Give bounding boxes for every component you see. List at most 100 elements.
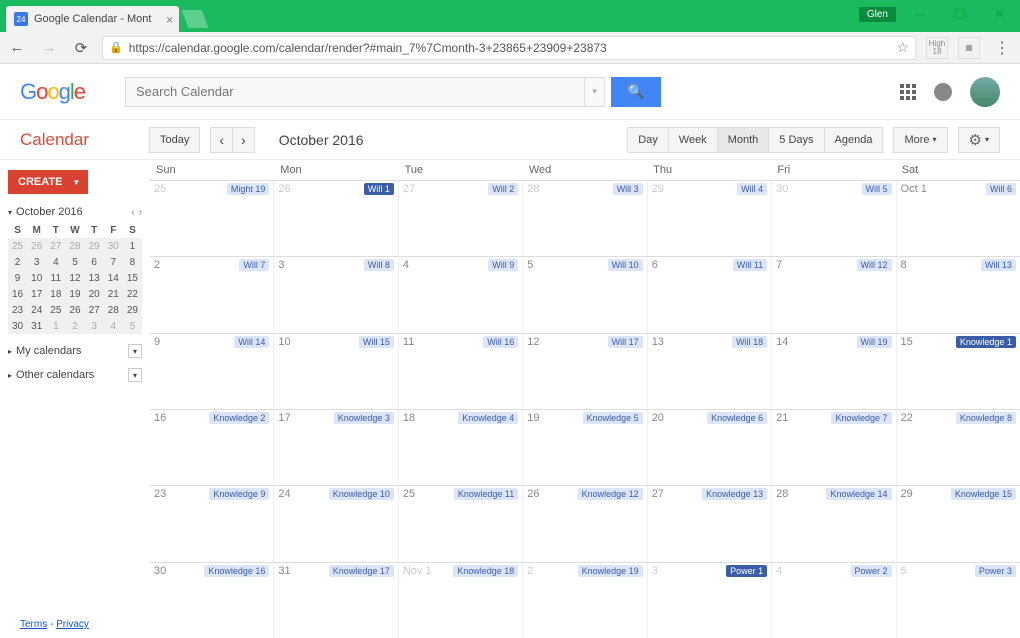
mini-day[interactable]: 4 (104, 318, 123, 334)
calendar-event[interactable]: Knowledge 15 (951, 488, 1016, 500)
maximize-icon[interactable]: ☐ (940, 0, 980, 28)
mini-day[interactable]: 13 (85, 270, 104, 286)
close-icon[interactable]: × (166, 12, 174, 27)
prev-period-button[interactable]: ‹ (210, 127, 232, 153)
calendar-event[interactable]: Will 2 (488, 183, 518, 195)
extension-icon[interactable]: High 18 (926, 37, 948, 59)
mini-day[interactable]: 18 (46, 286, 65, 302)
calendar-event[interactable]: Knowledge 2 (209, 412, 269, 424)
day-cell[interactable]: 25Might 19 (150, 181, 274, 256)
calendar-event[interactable]: Will 9 (488, 259, 518, 271)
day-cell[interactable]: 26Knowledge 12 (523, 486, 647, 561)
day-cell[interactable]: 8Will 13 (897, 257, 1020, 332)
day-cell[interactable]: 2Knowledge 19 (523, 563, 647, 638)
calendar-event[interactable]: Will 7 (239, 259, 269, 271)
calendar-event[interactable]: Will 14 (234, 336, 269, 348)
day-cell[interactable]: 27Will 2 (399, 181, 523, 256)
mini-day[interactable]: 12 (65, 270, 84, 286)
mini-day[interactable]: 27 (85, 302, 104, 318)
avatar[interactable] (970, 77, 1000, 107)
calendar-event[interactable]: Might 19 (227, 183, 270, 195)
calendar-event[interactable]: Power 2 (851, 565, 892, 577)
mini-day[interactable]: 25 (8, 238, 27, 254)
back-icon[interactable]: ← (6, 37, 28, 59)
browser-menu-icon[interactable]: ⋮ (990, 38, 1014, 58)
mini-next-icon[interactable]: › (139, 207, 142, 218)
day-cell[interactable]: 23Knowledge 9 (150, 486, 274, 561)
day-cell[interactable]: 2Will 7 (150, 257, 274, 332)
calendar-event[interactable]: Knowledge 3 (334, 412, 394, 424)
day-cell[interactable]: 4Will 9 (399, 257, 523, 332)
user-badge[interactable]: Glen (859, 7, 896, 22)
mini-day[interactable]: 29 (85, 238, 104, 254)
url-input[interactable]: 🔒 https://calendar.google.com/calendar/r… (102, 36, 916, 60)
calendar-event[interactable]: Will 17 (608, 336, 643, 348)
day-cell[interactable]: 10Will 15 (274, 334, 398, 409)
calendar-event[interactable]: Will 11 (733, 259, 767, 271)
calendar-event[interactable]: Will 5 (862, 183, 892, 195)
day-cell[interactable]: 9Will 14 (150, 334, 274, 409)
mini-day[interactable]: 23 (8, 302, 27, 318)
day-cell[interactable]: 26Will 1 (274, 181, 398, 256)
mini-day[interactable]: 26 (27, 238, 46, 254)
day-cell[interactable]: 16Knowledge 2 (150, 410, 274, 485)
extension-icon-2[interactable]: ▦ (958, 37, 980, 59)
day-cell[interactable]: 13Will 18 (648, 334, 772, 409)
calendar-event[interactable]: Knowledge 7 (831, 412, 891, 424)
mini-day[interactable]: 3 (85, 318, 104, 334)
calendar-event[interactable]: Knowledge 11 (454, 488, 518, 500)
new-tab-button[interactable] (182, 10, 209, 28)
day-cell[interactable]: 20Knowledge 6 (648, 410, 772, 485)
calendar-event[interactable]: Will 12 (857, 259, 892, 271)
day-cell[interactable]: 7Will 12 (772, 257, 896, 332)
calendar-event[interactable]: Knowledge 9 (209, 488, 269, 500)
calendar-event[interactable]: Knowledge 14 (826, 488, 891, 500)
create-button[interactable]: CREATE ▼ (8, 170, 88, 194)
mini-prev-icon[interactable]: ‹ (131, 207, 134, 218)
dropdown-icon[interactable]: ▾ (128, 344, 142, 358)
calendar-event[interactable]: Will 13 (981, 259, 1016, 271)
calendar-event[interactable]: Knowledge 8 (956, 412, 1016, 424)
calendar-event[interactable]: Will 16 (483, 336, 518, 348)
calendar-event[interactable]: Will 3 (613, 183, 643, 195)
calendar-event[interactable]: Will 1 (364, 183, 394, 195)
day-cell[interactable]: 6Will 11 (648, 257, 772, 332)
day-cell[interactable]: 14Will 19 (772, 334, 896, 409)
reload-icon[interactable]: ⟳ (70, 37, 92, 59)
calendar-event[interactable]: Will 8 (364, 259, 394, 271)
mini-day[interactable]: 14 (104, 270, 123, 286)
mini-day[interactable]: 11 (46, 270, 65, 286)
other-calendars-section[interactable]: ▸ Other calendars ▾ (8, 368, 142, 382)
calendar-event[interactable]: Knowledge 17 (329, 565, 394, 577)
view-day[interactable]: Day (627, 127, 668, 153)
day-cell[interactable]: 28Will 3 (523, 181, 647, 256)
day-cell[interactable]: 5Power 3 (897, 563, 1020, 638)
day-cell[interactable]: Oct 1Will 6 (897, 181, 1020, 256)
calendar-event[interactable]: Power 1 (726, 565, 767, 577)
day-cell[interactable]: 28Knowledge 14 (772, 486, 896, 561)
mini-day[interactable]: 6 (85, 254, 104, 270)
day-cell[interactable]: 18Knowledge 4 (399, 410, 523, 485)
calendar-event[interactable]: Will 18 (732, 336, 767, 348)
mini-day[interactable]: 2 (8, 254, 27, 270)
mini-day[interactable]: 1 (46, 318, 65, 334)
privacy-link[interactable]: Privacy (56, 619, 89, 630)
day-cell[interactable]: 17Knowledge 3 (274, 410, 398, 485)
mini-day[interactable]: 25 (46, 302, 65, 318)
day-cell[interactable]: Nov 1Knowledge 18 (399, 563, 523, 638)
view-5-days[interactable]: 5 Days (768, 127, 823, 153)
calendar-event[interactable]: Knowledge 1 (956, 336, 1016, 348)
mini-day[interactable]: 17 (27, 286, 46, 302)
mini-day[interactable]: 5 (65, 254, 84, 270)
day-cell[interactable]: 22Knowledge 8 (897, 410, 1020, 485)
my-calendars-section[interactable]: ▸ My calendars ▾ (8, 344, 142, 358)
day-cell[interactable]: 3Will 8 (274, 257, 398, 332)
close-window-icon[interactable]: ✕ (980, 0, 1020, 28)
day-cell[interactable]: 11Will 16 (399, 334, 523, 409)
view-week[interactable]: Week (668, 127, 717, 153)
apps-icon[interactable] (900, 84, 916, 100)
calendar-event[interactable]: Will 6 (986, 183, 1016, 195)
mini-day[interactable]: 7 (104, 254, 123, 270)
mini-day[interactable]: 30 (104, 238, 123, 254)
mini-calendar[interactable]: SMTWTFS 25262728293012345678910111213141… (8, 222, 142, 334)
